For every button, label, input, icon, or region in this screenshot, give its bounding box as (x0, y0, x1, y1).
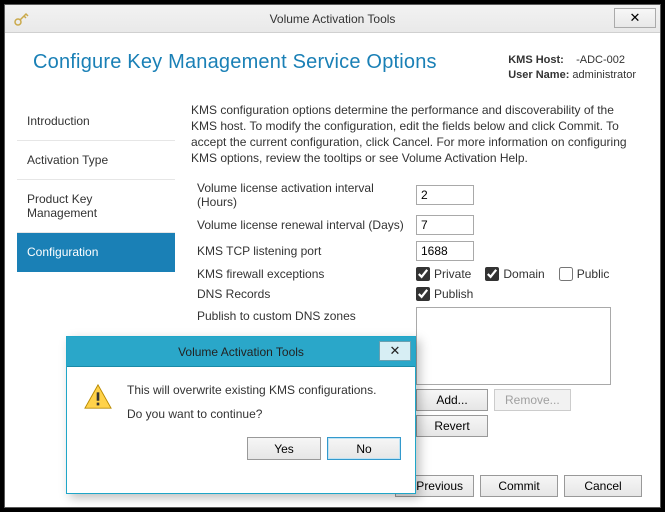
kms-host-label: KMS Host: (508, 54, 564, 66)
firewall-public-checkbox[interactable]: Public (559, 267, 610, 281)
host-info: KMS Host: -ADC-002 User Name: administra… (508, 53, 636, 84)
dialog-line2: Do you want to continue? (127, 407, 376, 421)
sidebar-item-configuration[interactable]: Configuration (17, 233, 175, 272)
activation-interval-label: Volume license activation interval (Hour… (191, 181, 416, 209)
firewall-label: KMS firewall exceptions (191, 267, 416, 281)
tcp-port-label: KMS TCP listening port (191, 244, 416, 258)
app-icon (13, 11, 29, 27)
kms-host-value: -ADC-002 (576, 54, 625, 66)
activation-interval-input[interactable] (416, 185, 474, 205)
dialog-titlebar: Volume Activation Tools ✕ (67, 337, 415, 367)
commit-button[interactable]: Commit (480, 475, 558, 497)
titlebar: Volume Activation Tools ✕ (5, 5, 660, 33)
dialog-close-button[interactable]: ✕ (379, 341, 411, 361)
tcp-port-input[interactable] (416, 241, 474, 261)
dns-publish-label: Publish (434, 287, 473, 301)
sidebar-item-product-key-management[interactable]: Product Key Management (17, 180, 175, 233)
window-title: Volume Activation Tools (5, 12, 660, 26)
dialog-line1: This will overwrite existing KMS configu… (127, 383, 376, 397)
cancel-button[interactable]: Cancel (564, 475, 642, 497)
remove-button: Remove... (494, 389, 571, 411)
user-label: User Name: (508, 69, 569, 81)
header: Configure Key Management Service Options… (5, 33, 660, 92)
renewal-interval-label: Volume license renewal interval (Days) (191, 218, 416, 232)
dialog-no-button[interactable]: No (327, 437, 401, 460)
footer-buttons: < Previous Commit Cancel (395, 475, 642, 497)
warning-icon (83, 383, 113, 411)
custom-dns-label: Publish to custom DNS zones (191, 307, 416, 323)
description-text: KMS configuration options determine the … (191, 102, 642, 167)
dialog-text: This will overwrite existing KMS configu… (127, 383, 376, 421)
dns-publish-checkbox[interactable]: Publish (416, 287, 473, 301)
page-title: Configure Key Management Service Options (33, 51, 437, 74)
revert-button[interactable]: Revert (416, 415, 488, 437)
dialog-yes-button[interactable]: Yes (247, 437, 321, 460)
add-button[interactable]: Add... (416, 389, 488, 411)
user-value: administrator (572, 69, 636, 81)
dialog-title: Volume Activation Tools (178, 345, 304, 359)
renewal-interval-input[interactable] (416, 215, 474, 235)
firewall-private-checkbox[interactable]: Private (416, 267, 471, 281)
firewall-domain-label: Domain (503, 267, 544, 281)
firewall-private-label: Private (434, 267, 471, 281)
window-close-button[interactable]: ✕ (614, 8, 656, 28)
sidebar-item-activation-type[interactable]: Activation Type (17, 141, 175, 180)
dns-records-label: DNS Records (191, 287, 416, 301)
confirm-dialog: Volume Activation Tools ✕ This will over… (66, 336, 416, 494)
firewall-domain-checkbox[interactable]: Domain (485, 267, 544, 281)
custom-dns-zones-input[interactable] (416, 307, 611, 385)
firewall-public-label: Public (577, 267, 610, 281)
sidebar-item-introduction[interactable]: Introduction (17, 102, 175, 141)
